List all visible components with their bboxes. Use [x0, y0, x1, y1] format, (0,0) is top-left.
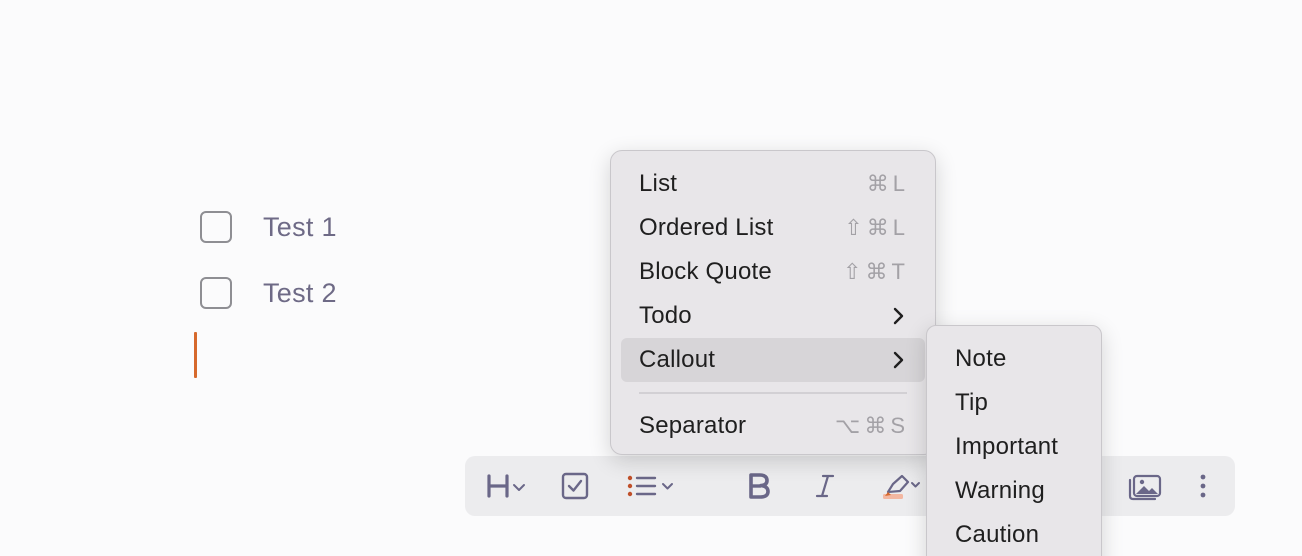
- italic-button[interactable]: [807, 456, 843, 516]
- menu-item-separator[interactable]: Separator ⌥⌘S: [621, 404, 925, 448]
- menu-item-todo[interactable]: Todo: [621, 294, 925, 338]
- submenu-item-label: Important: [955, 433, 1059, 460]
- callout-submenu: Note Tip Important Warning Caution: [926, 325, 1102, 556]
- bold-button[interactable]: [741, 456, 777, 516]
- menu-item-shortcut: ⇧⌘L: [844, 215, 909, 240]
- menu-item-shortcut: ⌘L: [866, 171, 909, 196]
- todo-item: Test 1: [200, 211, 337, 243]
- bold-icon: [749, 473, 770, 499]
- todo-label[interactable]: Test 1: [263, 212, 337, 243]
- menu-item-block-quote[interactable]: Block Quote ⇧⌘T: [621, 250, 925, 294]
- submenu-item-warning[interactable]: Warning: [937, 469, 1091, 513]
- submenu-item-tip[interactable]: Tip: [937, 381, 1091, 425]
- submenu-item-caution[interactable]: Caution: [937, 513, 1091, 556]
- todo-label[interactable]: Test 2: [263, 278, 337, 309]
- menu-item-label: Callout: [639, 346, 716, 373]
- todo-checkbox[interactable]: [200, 277, 232, 309]
- submenu-item-important[interactable]: Important: [937, 425, 1091, 469]
- image-button[interactable]: [1125, 456, 1165, 516]
- submenu-item-note[interactable]: Note: [937, 337, 1091, 381]
- list-button[interactable]: [621, 456, 681, 516]
- image-icon: [1128, 474, 1162, 501]
- menu-item-label: Separator: [639, 412, 747, 439]
- menu-item-callout[interactable]: Callout: [621, 338, 925, 382]
- submenu-item-label: Note: [955, 345, 1007, 372]
- menu-item-label: List: [639, 170, 678, 197]
- chevron-right-icon: [893, 351, 904, 369]
- todo-button[interactable]: [557, 456, 593, 516]
- menu-separator: [639, 392, 907, 394]
- menu-item-label: Block Quote: [639, 258, 772, 285]
- todo-checkbox[interactable]: [200, 211, 232, 243]
- more-button[interactable]: [1189, 456, 1217, 516]
- menu-item-label: Todo: [639, 302, 692, 329]
- chevron-right-icon: [893, 307, 904, 325]
- menu-item-ordered-list[interactable]: Ordered List ⇧⌘L: [621, 206, 925, 250]
- submenu-item-label: Warning: [955, 477, 1045, 504]
- submenu-item-label: Tip: [955, 389, 989, 416]
- heading-button[interactable]: [483, 456, 533, 516]
- checkbox-icon: [561, 472, 589, 500]
- menu-item-shortcut: ⌥⌘S: [834, 413, 909, 438]
- italic-icon: [815, 474, 835, 498]
- menu-item-label: Ordered List: [639, 214, 774, 241]
- heading-icon: [487, 474, 525, 498]
- insert-menu: List ⌘L Ordered List ⇧⌘L Block Quote ⇧⌘T…: [610, 150, 936, 455]
- more-icon: [1200, 474, 1206, 498]
- highlighter-icon: [883, 474, 920, 499]
- menu-item-list[interactable]: List ⌘L: [621, 162, 925, 206]
- highlight-button[interactable]: [879, 456, 927, 516]
- submenu-item-label: Caution: [955, 521, 1040, 548]
- todo-item: Test 2: [200, 277, 337, 309]
- menu-item-shortcut: ⇧⌘T: [843, 259, 909, 284]
- text-caret: [194, 332, 197, 378]
- formatting-toolbar: [465, 456, 1235, 516]
- bulleted-list-icon: [627, 475, 673, 497]
- editor-page: Test 1 Test 2 List ⌘L Ordered List ⇧⌘L B…: [0, 0, 1302, 556]
